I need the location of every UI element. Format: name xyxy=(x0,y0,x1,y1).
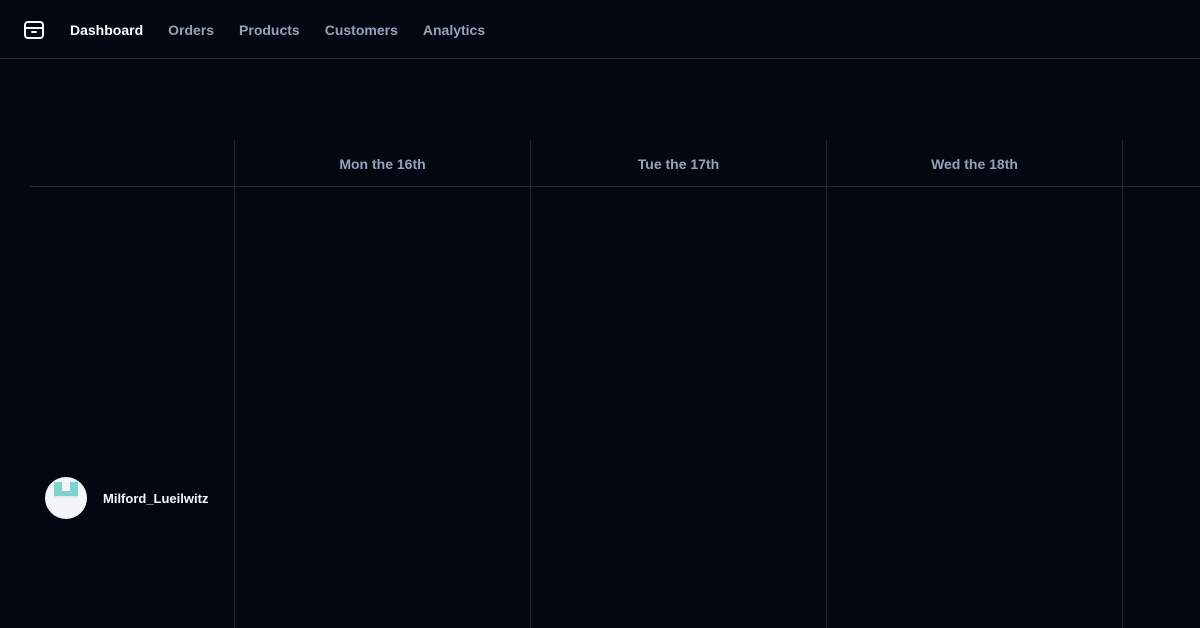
user-avatar-icon xyxy=(45,477,87,519)
schedule-grid: Mon the 16th Tue the 17th Wed the 18th M… xyxy=(30,140,1200,628)
nav-link-orders[interactable]: Orders xyxy=(168,22,214,38)
day-header-mon: Mon the 16th xyxy=(339,155,426,172)
schedule-row-person[interactable]: Milford_Lueilwitz xyxy=(45,477,208,519)
top-navigation-bar: Dashboard Orders Products Customers Anal… xyxy=(0,0,1200,59)
column-divider xyxy=(234,140,235,628)
person-name: Milford_Lueilwitz xyxy=(103,490,209,506)
column-divider xyxy=(826,140,827,628)
main-nav: Dashboard Orders Products Customers Anal… xyxy=(70,0,485,59)
column-divider xyxy=(1122,140,1123,628)
avatar xyxy=(45,477,87,519)
nav-link-customers[interactable]: Customers xyxy=(325,22,398,38)
nav-link-dashboard[interactable]: Dashboard xyxy=(70,22,143,38)
package-icon[interactable] xyxy=(22,18,46,42)
column-divider xyxy=(530,140,531,628)
day-header-wed: Wed the 18th xyxy=(931,155,1018,172)
nav-link-products[interactable]: Products xyxy=(239,22,300,38)
day-header-tue: Tue the 17th xyxy=(637,155,720,172)
nav-link-analytics[interactable]: Analytics xyxy=(423,22,485,38)
